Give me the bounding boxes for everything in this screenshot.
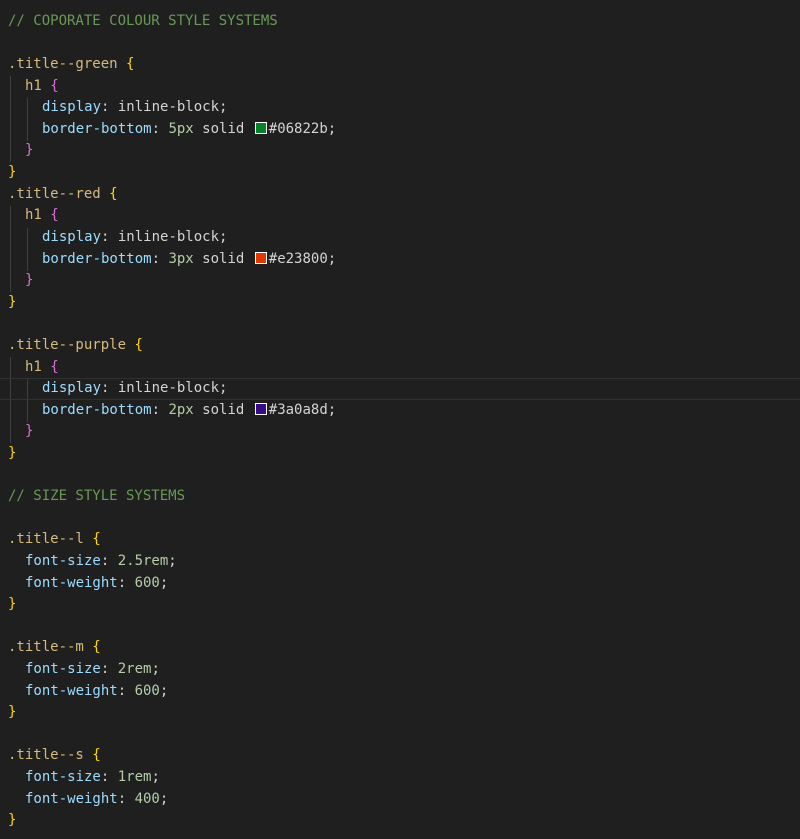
open-brace: { [92, 531, 101, 547]
selector-title-red: .title--red [8, 186, 101, 202]
property-font-size: font-size [25, 553, 101, 569]
code-line[interactable]: .title--green { [0, 54, 800, 76]
code-line[interactable]: } [0, 270, 800, 292]
code-line[interactable]: h1 { [0, 205, 800, 227]
close-brace: } [25, 142, 34, 158]
color-swatch-red[interactable] [254, 252, 267, 264]
selector-h1: h1 [25, 359, 42, 375]
selector-title-m: .title--m [8, 639, 84, 655]
value-border-color: #06822b [268, 121, 328, 137]
value-border-width: 5px [168, 121, 194, 137]
code-line[interactable]: font-size: 2.5rem; [0, 551, 800, 573]
color-swatch-purple[interactable] [254, 403, 267, 415]
code-line[interactable]: .title--m { [0, 637, 800, 659]
property-display: display [42, 99, 102, 115]
code-line[interactable]: font-size: 2rem; [0, 659, 800, 681]
property-font-weight: font-weight [25, 575, 118, 591]
close-brace: } [8, 596, 17, 612]
color-swatch-green[interactable] [254, 122, 267, 134]
open-brace: { [50, 207, 59, 223]
code-line[interactable]: } [0, 443, 800, 465]
open-brace: { [50, 359, 59, 375]
value-display: inline-block [117, 380, 220, 396]
code-line[interactable]: } [0, 421, 800, 443]
value-font-weight: 600 [134, 683, 160, 699]
code-line[interactable]: } [0, 702, 800, 724]
value-border-style: solid [202, 121, 245, 137]
comment-colour-systems: // COPORATE COLOUR STYLE SYSTEMS [8, 13, 278, 29]
code-line[interactable]: border-bottom: 5px solid #06822b; [0, 119, 800, 141]
code-line[interactable]: display: inline-block; [0, 227, 800, 249]
property-font-weight: font-weight [25, 791, 118, 807]
code-line[interactable]: .title--purple { [0, 335, 800, 357]
property-font-size: font-size [25, 769, 101, 785]
value-border-width: 2px [168, 402, 194, 418]
code-line[interactable]: // COPORATE COLOUR STYLE SYSTEMS [0, 11, 800, 33]
code-editor[interactable]: // COPORATE COLOUR STYLE SYSTEMS .title-… [0, 0, 800, 839]
property-border-bottom: border-bottom [42, 121, 152, 137]
code-line[interactable]: font-weight: 600; [0, 573, 800, 595]
close-brace: } [8, 294, 17, 310]
close-brace: } [25, 272, 34, 288]
open-brace: { [50, 78, 59, 94]
code-line[interactable]: font-weight: 400; [0, 789, 800, 811]
selector-title-s: .title--s [8, 747, 84, 763]
open-brace: { [109, 186, 118, 202]
value-font-size: 2.5rem [117, 553, 169, 569]
open-brace: { [92, 747, 101, 763]
property-font-size: font-size [25, 661, 101, 677]
code-line[interactable]: .title--red { [0, 184, 800, 206]
property-display: display [42, 229, 102, 245]
code-line[interactable]: font-weight: 600; [0, 681, 800, 703]
close-brace: } [25, 423, 34, 439]
property-border-bottom: border-bottom [42, 251, 152, 267]
value-font-weight: 600 [134, 575, 160, 591]
close-brace: } [8, 164, 17, 180]
value-font-size: 1rem [117, 769, 152, 785]
value-border-style: solid [202, 251, 245, 267]
open-brace: { [126, 56, 135, 72]
code-line[interactable]: border-bottom: 2px solid #3a0a8d; [0, 400, 800, 422]
code-line[interactable]: } [0, 292, 800, 314]
code-line[interactable]: .title--s { [0, 745, 800, 767]
value-display: inline-block [117, 229, 220, 245]
close-brace: } [8, 445, 17, 461]
current-code-line[interactable]: display: inline-block; [0, 378, 800, 400]
value-border-color: #3a0a8d [268, 402, 328, 418]
selector-title-purple: .title--purple [8, 337, 127, 353]
value-font-weight: 400 [134, 791, 160, 807]
value-display: inline-block [117, 99, 220, 115]
code-line[interactable]: h1 { [0, 76, 800, 98]
code-line[interactable]: } [0, 810, 800, 832]
value-font-size: 2rem [117, 661, 152, 677]
close-brace: } [8, 812, 17, 828]
value-border-color: #e23800 [268, 251, 328, 267]
code-line[interactable]: font-size: 1rem; [0, 767, 800, 789]
property-display: display [42, 380, 102, 396]
code-line[interactable]: border-bottom: 3px solid #e23800; [0, 249, 800, 271]
code-line[interactable]: } [0, 162, 800, 184]
comment-size-systems: // SIZE STYLE SYSTEMS [8, 488, 186, 504]
close-brace: } [8, 704, 17, 720]
selector-title-l: .title--l [8, 531, 84, 547]
code-line[interactable]: display: inline-block; [0, 97, 800, 119]
open-brace: { [134, 337, 143, 353]
selector-h1: h1 [25, 78, 42, 94]
open-brace: { [92, 639, 101, 655]
value-border-style: solid [202, 402, 245, 418]
code-line[interactable]: // SIZE STYLE SYSTEMS [0, 486, 800, 508]
code-line[interactable]: } [0, 140, 800, 162]
selector-title-green: .title--green [8, 56, 118, 72]
property-font-weight: font-weight [25, 683, 118, 699]
value-border-width: 3px [168, 251, 194, 267]
property-border-bottom: border-bottom [42, 402, 152, 418]
selector-h1: h1 [25, 207, 42, 223]
code-line[interactable]: h1 { [0, 357, 800, 379]
code-line[interactable]: .title--l { [0, 529, 800, 551]
code-line[interactable]: } [0, 594, 800, 616]
